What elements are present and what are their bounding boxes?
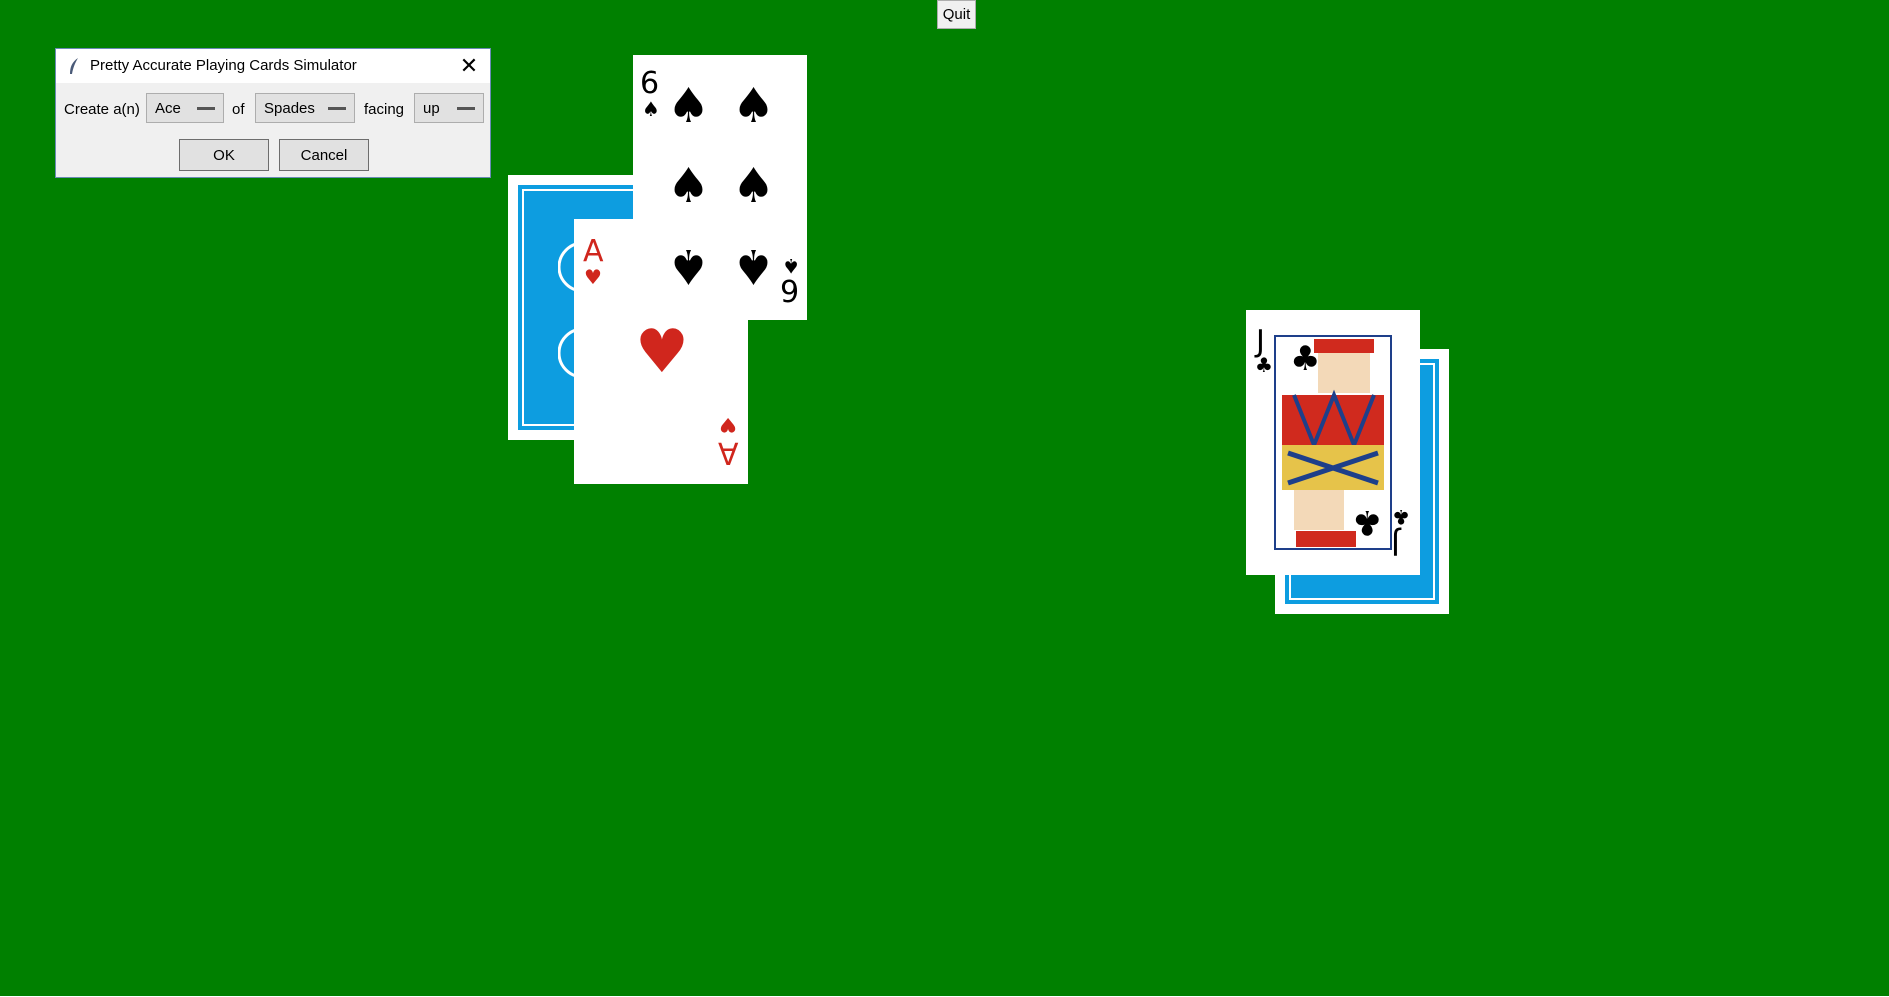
spade-icon: ♠ (667, 158, 711, 214)
card-rank: A (718, 435, 739, 470)
card-rank: A (583, 234, 604, 269)
ok-button[interactable]: OK (179, 139, 269, 171)
spade-icon: ♠ (732, 78, 776, 134)
heart-icon: ♥ (584, 265, 602, 289)
club-icon: ♣ (1290, 339, 1321, 379)
of-label: of (232, 101, 245, 118)
create-label: Create a(n) (64, 101, 140, 118)
suit-select[interactable]: Spades (255, 93, 355, 123)
dialog-titlebar: Pretty Accurate Playing Cards Simulator … (56, 49, 490, 83)
card-rank: J (1391, 526, 1400, 561)
card-jack-of-clubs[interactable]: J ♣ ♣ ♣ ♣ J (1246, 310, 1420, 575)
spade-icon: ♠ (642, 97, 660, 121)
dropdown-indicator-icon (457, 107, 475, 110)
card-rank: 6 (780, 272, 800, 307)
spade-icon: ♠ (667, 78, 711, 134)
dialog-title: Pretty Accurate Playing Cards Simulator (90, 57, 357, 74)
close-icon[interactable]: ✕ (456, 53, 482, 79)
rank-select-value: Ace (155, 100, 181, 117)
rank-select[interactable]: Ace (146, 93, 224, 123)
spade-icon: ♠ (667, 238, 711, 294)
card-six-of-spades[interactable]: 6 ♠ ♠ ♠ ♠ ♠ ♠ ♠ ♠ 6 (633, 55, 807, 320)
suit-select-value: Spades (264, 100, 315, 117)
club-icon: ♣ (1255, 353, 1273, 377)
create-card-dialog: Pretty Accurate Playing Cards Simulator … (55, 48, 491, 178)
dropdown-indicator-icon (197, 107, 215, 110)
spade-icon: ♠ (732, 158, 776, 214)
quit-button[interactable]: Quit (937, 0, 976, 29)
cancel-button[interactable]: Cancel (279, 139, 369, 171)
card-rank: 6 (640, 66, 660, 101)
facing-select[interactable]: up (414, 93, 484, 123)
feather-icon (70, 58, 78, 74)
facing-select-value: up (423, 100, 440, 117)
club-icon: ♣ (1352, 502, 1383, 542)
heart-icon: ♥ (635, 317, 689, 387)
dropdown-indicator-icon (328, 107, 346, 110)
club-icon: ♣ (1392, 505, 1410, 529)
spade-icon: ♠ (732, 238, 776, 294)
heart-icon: ♥ (719, 413, 737, 437)
facing-label: facing (364, 101, 405, 118)
